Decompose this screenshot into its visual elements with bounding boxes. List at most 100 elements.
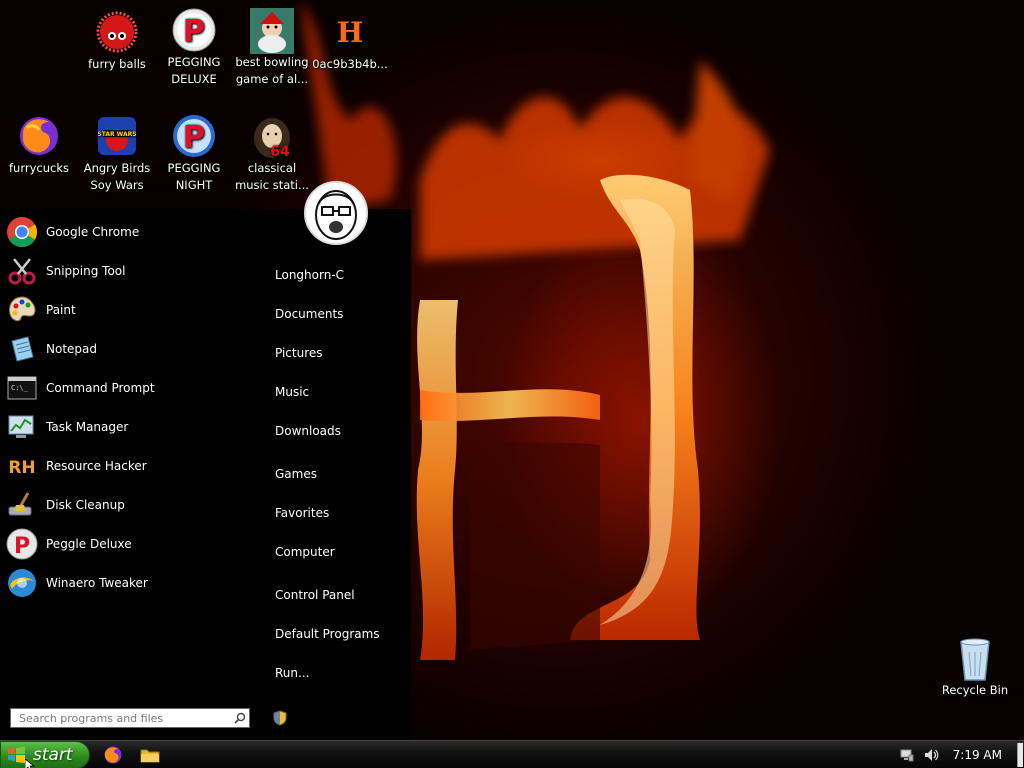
- mouse-cursor-icon: [24, 756, 37, 768]
- scissors-icon: [6, 255, 38, 287]
- desktop-icon-label-line1: classical: [247, 161, 297, 175]
- svg-text:RH: RH: [8, 458, 35, 478]
- start-menu-item-label: Google Chrome: [46, 225, 140, 239]
- svg-text:P: P: [183, 120, 205, 155]
- start-button-label: start: [33, 745, 73, 765]
- network-icon[interactable]: [899, 747, 915, 763]
- search-input[interactable]: [11, 709, 231, 727]
- furry-ball-icon: [95, 10, 139, 54]
- volume-icon[interactable]: [923, 747, 939, 763]
- desktop-icon-furry-balls[interactable]: furry balls: [78, 10, 156, 73]
- start-menu-item-google-chrome[interactable]: Google Chrome: [6, 215, 256, 249]
- resource-hacker-icon: RH: [6, 450, 38, 482]
- search-icon[interactable]: [231, 709, 249, 727]
- start-menu-item-notepad[interactable]: Notepad: [6, 332, 256, 366]
- taskbar-firefox-icon[interactable]: [103, 745, 123, 765]
- user-avatar[interactable]: [304, 181, 368, 245]
- bowling-game-icon: [250, 8, 294, 54]
- desktop-icon-classical-music[interactable]: 64 classical music stati...: [233, 114, 311, 194]
- start-menu-item-label: Peggle Deluxe: [46, 537, 132, 551]
- svg-text:P: P: [14, 534, 30, 559]
- start-menu-programs-pane: Google Chrome Snipping Tool Paint Notepa…: [0, 209, 262, 740]
- desktop-icon-angry-birds-soy-wars[interactable]: STAR WARS Angry Birds Soy Wars: [78, 114, 156, 194]
- desktop-icon-label-line1: PEGGING: [167, 161, 221, 175]
- desktop-icon-label-line1: best bowling: [235, 55, 309, 69]
- disk-cleanup-icon: [6, 489, 38, 521]
- start-menu-search-box[interactable]: [10, 708, 250, 728]
- notepad-icon: [6, 333, 38, 365]
- windows-flag-icon: [7, 745, 27, 765]
- start-menu-item-label: Command Prompt: [46, 381, 155, 395]
- start-menu: Google Chrome Snipping Tool Paint Notepa…: [0, 209, 411, 740]
- start-menu-place-computer[interactable]: Computer: [275, 542, 335, 562]
- start-menu-item-command-prompt[interactable]: C:\_ Command Prompt: [6, 371, 256, 405]
- svg-text:C:\_: C:\_: [11, 384, 29, 392]
- start-menu-item-paint[interactable]: Paint: [6, 293, 256, 327]
- desktop-icon-label-line2: music stati...: [235, 178, 309, 192]
- start-menu-place-longhorn-c[interactable]: Longhorn-C: [275, 265, 344, 285]
- start-menu-item-snipping-tool[interactable]: Snipping Tool: [6, 254, 256, 288]
- start-menu-item-label: Snipping Tool: [46, 264, 126, 278]
- svg-text:P: P: [183, 14, 205, 49]
- classical-music-icon: 64: [250, 114, 294, 160]
- start-menu-place-downloads[interactable]: Downloads: [275, 421, 341, 441]
- start-menu-item-label: Disk Cleanup: [46, 498, 125, 512]
- firefox-icon: [17, 114, 61, 158]
- desktop-icon-label-line1: PEGGING: [167, 55, 221, 69]
- desktop-icon-label: furrycucks: [9, 161, 69, 175]
- desktop-icon-pegging-deluxe[interactable]: P PEGGING DELUXE: [155, 8, 233, 88]
- svg-text:STAR WARS: STAR WARS: [97, 131, 136, 138]
- start-menu-item-resource-hacker[interactable]: RH Resource Hacker: [6, 449, 256, 483]
- svg-text:64: 64: [270, 144, 290, 158]
- clock[interactable]: 7:19 AM: [953, 748, 1002, 762]
- desktop-icon-recycle-bin[interactable]: Recycle Bin: [936, 636, 1014, 699]
- start-menu-item-task-manager[interactable]: Task Manager: [6, 410, 256, 444]
- start-menu-item-label: Resource Hacker: [46, 459, 147, 473]
- desktop-icon-label-line2: game of al...: [235, 72, 309, 86]
- start-menu-item-label: Notepad: [46, 342, 97, 356]
- peggle-icon: P: [6, 528, 38, 560]
- desktop-icon-furrycucks[interactable]: furrycucks: [0, 114, 78, 177]
- start-menu-place-control-panel[interactable]: Control Panel: [275, 585, 355, 605]
- desktop-icon-label: Recycle Bin: [941, 683, 1009, 697]
- desktop-icon-label: furry balls: [88, 57, 146, 71]
- recycle-bin-icon: [953, 636, 997, 681]
- peggle-night-icon: P: [172, 114, 216, 158]
- chrome-icon: [6, 216, 38, 248]
- start-menu-item-peggle-deluxe[interactable]: P Peggle Deluxe: [6, 527, 256, 561]
- desktop-icon-label-line2: NIGHT: [175, 178, 213, 192]
- shutdown-shield-icon[interactable]: [272, 710, 288, 726]
- start-menu-item-label: Winaero Tweaker: [46, 576, 148, 590]
- start-menu-place-music[interactable]: Music: [275, 382, 309, 402]
- start-menu-place-favorites[interactable]: Favorites: [275, 503, 329, 523]
- resource-h-icon: H: [328, 10, 372, 54]
- start-menu-place-documents[interactable]: Documents: [275, 304, 343, 324]
- show-desktop-button[interactable]: [1017, 743, 1023, 767]
- start-menu-item-label: Task Manager: [46, 420, 129, 434]
- start-menu-place-games[interactable]: Games: [275, 464, 317, 484]
- peggle-icon: P: [172, 8, 216, 52]
- taskbar: start 7:19 AM: [0, 740, 1024, 768]
- task-manager-icon: [6, 411, 38, 443]
- start-menu-place-default-programs[interactable]: Default Programs: [275, 624, 380, 644]
- desktop-icon-label-line2: DELUXE: [171, 72, 217, 86]
- start-menu-item-winaero-tweaker[interactable]: Winaero Tweaker: [6, 566, 256, 600]
- svg-text:H: H: [337, 16, 363, 49]
- start-menu-places-pane: Longhorn-C Documents Pictures Music Down…: [262, 209, 411, 740]
- start-menu-place-pictures[interactable]: Pictures: [275, 343, 323, 363]
- desktop-icon-label-line2: Soy Wars: [90, 178, 144, 192]
- taskbar-file-explorer-icon[interactable]: [140, 745, 160, 765]
- desktop-icon-label-line1: Angry Birds: [83, 161, 151, 175]
- system-tray: 7:19 AM: [894, 741, 1024, 768]
- command-prompt-icon: C:\_: [6, 372, 38, 404]
- paint-palette-icon: [6, 294, 38, 326]
- desktop-icon-pegging-night[interactable]: P PEGGING NIGHT: [155, 114, 233, 194]
- desktop-icon-label: 0ac9b3b4b...: [312, 57, 388, 71]
- desktop-icon-0ac9b3b4b[interactable]: H 0ac9b3b4b...: [311, 10, 389, 73]
- start-menu-place-run[interactable]: Run...: [275, 663, 309, 683]
- start-button[interactable]: start: [0, 741, 90, 768]
- start-menu-item-disk-cleanup[interactable]: Disk Cleanup: [6, 488, 256, 522]
- start-menu-item-label: Paint: [46, 303, 76, 317]
- winaero-icon: [6, 567, 38, 599]
- desktop-icon-best-bowling[interactable]: best bowling game of al...: [233, 8, 311, 88]
